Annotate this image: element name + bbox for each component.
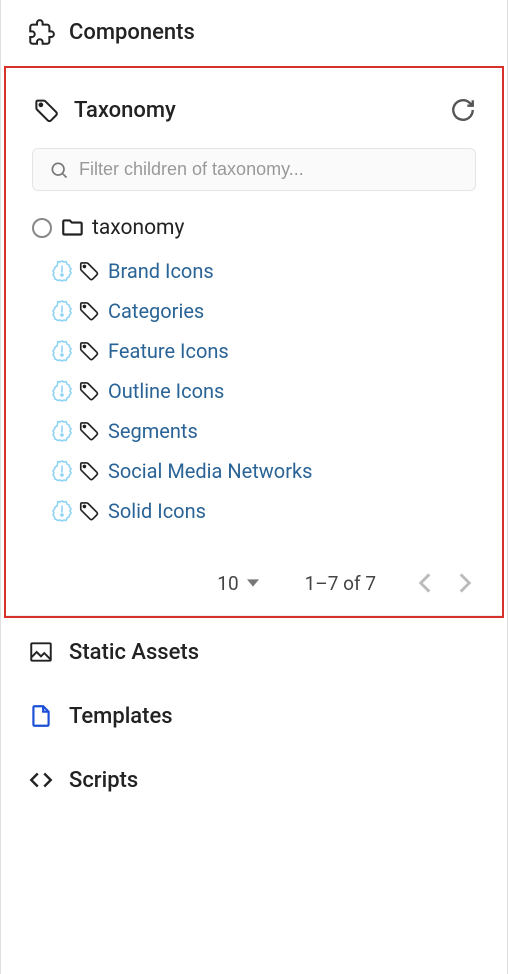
taxonomy-child-row[interactable]: Categories	[50, 291, 484, 331]
new-badge-icon	[50, 499, 74, 523]
page-size-value: 10	[217, 572, 238, 595]
taxonomy-child-link[interactable]: Solid Icons	[108, 499, 206, 523]
taxonomy-child-link[interactable]: Outline Icons	[108, 379, 224, 403]
new-badge-icon	[50, 339, 74, 363]
taxonomy-child-link[interactable]: Segments	[108, 419, 198, 443]
new-badge-icon	[50, 299, 74, 323]
taxonomy-child-link[interactable]: Brand Icons	[108, 259, 214, 283]
tag-icon	[78, 380, 100, 402]
taxonomy-child-link[interactable]: Feature Icons	[108, 339, 229, 363]
taxonomy-child-row[interactable]: Segments	[50, 411, 484, 451]
tag-icon	[78, 340, 100, 362]
taxonomy-child-row[interactable]: Brand Icons	[50, 251, 484, 291]
chevron-left-icon	[418, 573, 432, 593]
page-range: 1–7 of 7	[305, 572, 376, 595]
document-icon	[27, 702, 55, 730]
prev-page-button[interactable]	[414, 569, 436, 597]
radio-icon[interactable]	[32, 218, 52, 238]
taxonomy-root-row[interactable]: taxonomy	[32, 209, 484, 247]
section-components-label: Components	[69, 20, 481, 45]
new-badge-icon	[50, 259, 74, 283]
section-components[interactable]: Components	[1, 0, 507, 64]
tag-icon	[78, 300, 100, 322]
taxonomy-child-row[interactable]: Solid Icons	[50, 491, 484, 531]
new-badge-icon	[50, 419, 74, 443]
section-static-assets-label: Static Assets	[69, 640, 481, 665]
puzzle-icon	[27, 18, 55, 46]
pagination: 10 1–7 of 7	[6, 543, 502, 616]
section-taxonomy-label: Taxonomy	[74, 98, 436, 123]
section-static-assets[interactable]: Static Assets	[1, 620, 507, 684]
page-size-select[interactable]: 10	[217, 572, 258, 595]
new-badge-icon	[50, 459, 74, 483]
code-icon	[27, 766, 55, 794]
tag-icon	[78, 460, 100, 482]
taxonomy-filter-input-wrap[interactable]	[32, 148, 476, 191]
tag-icon	[32, 96, 60, 124]
section-scripts[interactable]: Scripts	[1, 748, 507, 812]
taxonomy-filter-input[interactable]	[79, 159, 459, 180]
section-taxonomy[interactable]: Taxonomy	[6, 78, 502, 142]
taxonomy-child-row[interactable]: Social Media Networks	[50, 451, 484, 491]
new-badge-icon	[50, 379, 74, 403]
next-page-button[interactable]	[454, 569, 476, 597]
caret-down-icon	[247, 577, 259, 589]
taxonomy-child-link[interactable]: Categories	[108, 299, 204, 323]
chevron-right-icon	[458, 573, 472, 593]
image-icon	[27, 638, 55, 666]
section-templates-label: Templates	[69, 704, 481, 729]
taxonomy-highlight-box: Taxonomy taxonomy	[4, 66, 504, 618]
refresh-button[interactable]	[450, 97, 476, 123]
taxonomy-child-row[interactable]: Outline Icons	[50, 371, 484, 411]
refresh-icon	[450, 97, 476, 123]
tag-icon	[78, 420, 100, 442]
taxonomy-child-row[interactable]: Feature Icons	[50, 331, 484, 371]
taxonomy-child-link[interactable]: Social Media Networks	[108, 459, 312, 483]
tag-icon	[78, 500, 100, 522]
section-scripts-label: Scripts	[69, 768, 481, 793]
folder-icon	[60, 215, 86, 241]
search-icon	[49, 160, 69, 180]
section-templates[interactable]: Templates	[1, 684, 507, 748]
tag-icon	[78, 260, 100, 282]
taxonomy-root-label: taxonomy	[92, 216, 184, 240]
